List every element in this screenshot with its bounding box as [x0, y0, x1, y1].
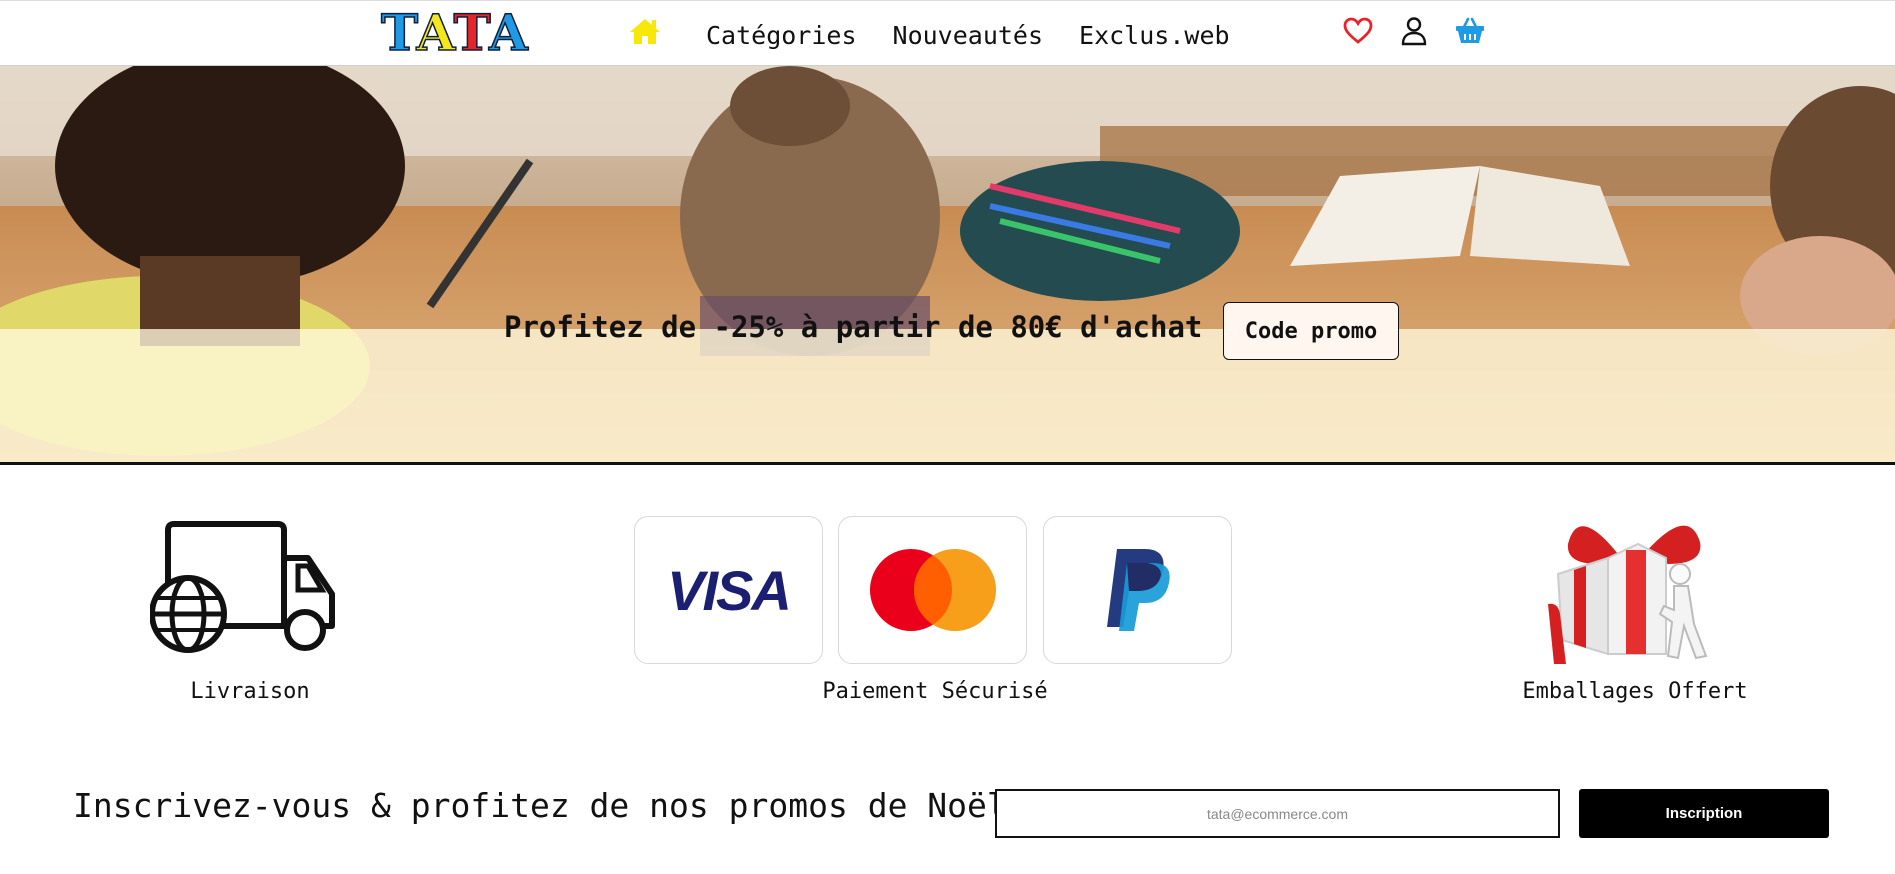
promo-band [0, 329, 1895, 463]
email-input[interactable] [995, 789, 1560, 838]
main-nav: Catégories Nouveautés Exclus.web [706, 21, 1230, 50]
mastercard-card[interactable] [838, 516, 1027, 664]
gift-wrap-label: Emballages Offert [1522, 679, 1748, 704]
promo-text: Profitez de -25% à partir de 80€ d'achat [504, 310, 1203, 344]
home-icon[interactable] [628, 17, 662, 45]
hero-banner [0, 66, 1895, 465]
nav-icons [1342, 15, 1486, 47]
logo-letter: T [380, 3, 417, 62]
nav-link-nouveautes[interactable]: Nouveautés [893, 21, 1044, 50]
newsletter-title: Inscrivez-vous & profitez de nos promos … [73, 786, 1007, 825]
heart-icon[interactable] [1342, 15, 1374, 47]
logo-letter: T [453, 3, 490, 62]
delivery-truck-icon [149, 518, 340, 653]
delivery-label: Livraison [190, 679, 310, 704]
visa-logo: VISA [667, 558, 792, 622]
visa-card[interactable]: VISA [634, 516, 823, 664]
logo[interactable]: TATA [380, 6, 529, 60]
logo-letter: A [488, 3, 529, 62]
mastercard-logo [869, 549, 996, 631]
navbar: TATA Catégories Nouveautés Exclus.web [0, 0, 1895, 66]
logo-letter: A [416, 3, 454, 62]
user-icon[interactable] [1398, 15, 1430, 47]
nav-link-categories[interactable]: Catégories [706, 21, 857, 50]
basket-icon[interactable] [1454, 15, 1486, 47]
payment-label: Paiement Sécurisé [822, 679, 1048, 704]
promo-code-button[interactable]: Code promo [1223, 302, 1399, 360]
subscribe-button[interactable]: Inscription [1579, 789, 1829, 838]
hero-divider [0, 462, 1895, 465]
gift-wrap-icon [1548, 514, 1730, 664]
nav-link-exclus-web[interactable]: Exclus.web [1079, 21, 1230, 50]
paypal-logo [1106, 549, 1170, 631]
paypal-card[interactable] [1043, 516, 1232, 664]
